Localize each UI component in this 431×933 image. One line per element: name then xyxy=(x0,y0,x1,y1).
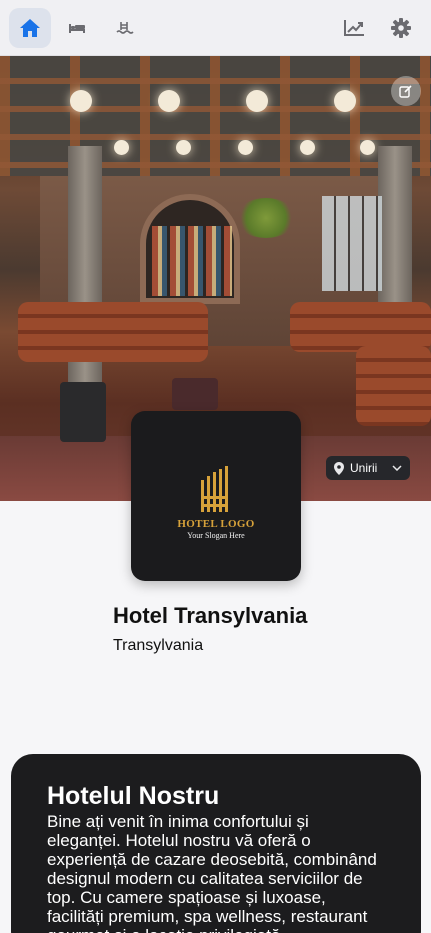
edit-cover-button[interactable] xyxy=(391,76,421,106)
logo-slogan: Your Slogan Here xyxy=(187,531,245,540)
ceiling-lamp xyxy=(70,90,92,112)
location-label: Unirii xyxy=(350,461,378,475)
hotel-logo-card[interactable]: HOTEL LOGO Your Slogan Here xyxy=(131,411,301,581)
ceiling-lamp xyxy=(334,90,356,112)
chevron-down-icon xyxy=(392,465,402,471)
ceiling-lamp xyxy=(246,90,268,112)
logo-title: HOTEL LOGO xyxy=(177,518,255,530)
ceiling-lamp xyxy=(158,90,180,112)
about-description: Bine ați venit în inima confortului și e… xyxy=(47,812,377,933)
hotel-name: Hotel Transylvania xyxy=(113,603,308,628)
side-table xyxy=(60,382,106,442)
pool-icon xyxy=(116,22,134,34)
about-hotel-card: Hotelul Nostru Bine ați venit în inima c… xyxy=(11,754,421,933)
hotel-logo-mark-icon xyxy=(201,466,228,512)
sofa xyxy=(290,302,431,352)
ceiling-lamp xyxy=(176,140,191,155)
window xyxy=(322,196,382,291)
ceiling-lamp xyxy=(300,140,315,155)
hanging-plant xyxy=(236,198,296,238)
ceiling-beams xyxy=(0,56,431,176)
ceiling-lamp xyxy=(114,140,129,155)
ceiling-lamp xyxy=(238,140,253,155)
nav-analytics-button[interactable] xyxy=(333,8,375,48)
location-selector[interactable]: Unirii xyxy=(326,456,410,480)
nav-home-button[interactable] xyxy=(9,8,51,48)
sofa xyxy=(356,346,431,426)
hotel-city: Transylvania xyxy=(113,637,204,654)
chart-trend-icon xyxy=(344,20,364,36)
nav-rooms-button[interactable] xyxy=(56,8,98,48)
ceiling-lamp xyxy=(360,140,375,155)
home-icon xyxy=(20,19,40,37)
map-pin-icon xyxy=(334,461,344,475)
top-nav-bar xyxy=(0,0,431,56)
sofa xyxy=(18,302,208,362)
bed-icon xyxy=(69,24,85,33)
edit-icon xyxy=(399,85,412,98)
side-table xyxy=(172,378,218,410)
about-title: Hotelul Nostru xyxy=(47,782,220,810)
bookshelf xyxy=(152,226,232,296)
nav-settings-button[interactable] xyxy=(380,8,422,48)
gear-icon xyxy=(391,18,411,38)
nav-facilities-button[interactable] xyxy=(104,8,146,48)
